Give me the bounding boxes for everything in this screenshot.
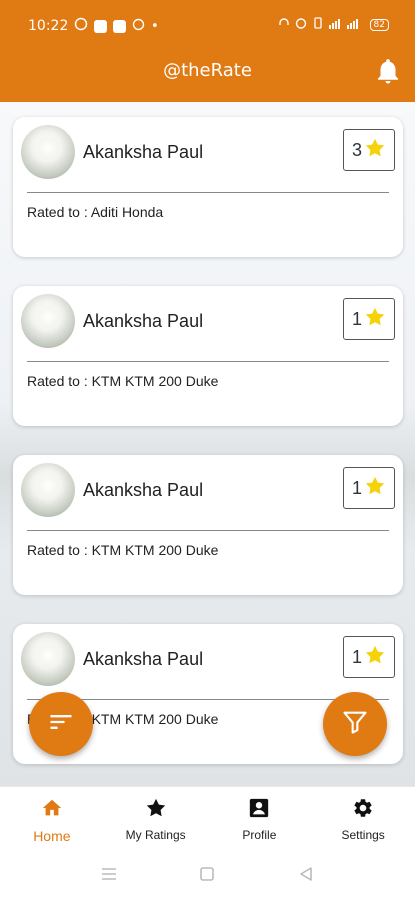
battery-level: 82 <box>373 19 385 30</box>
star-icon <box>364 644 386 671</box>
user-name: Akanksha Paul <box>83 480 204 500</box>
home-square-icon[interactable] <box>199 866 215 887</box>
photos-icon <box>113 19 126 33</box>
gear-icon <box>352 797 374 822</box>
user-name: Akanksha Paul <box>83 649 204 669</box>
system-navigation-bar <box>0 850 415 900</box>
menu-icon[interactable] <box>100 866 118 887</box>
rated-to-text: Rated to : KTM KTM 200 Duke <box>27 542 219 558</box>
whatsapp-icon <box>74 17 88 35</box>
nav-my-ratings[interactable]: My Ratings <box>104 787 208 850</box>
nav-profile[interactable]: Profile <box>208 787 312 850</box>
signal-icon <box>328 17 365 32</box>
sort-button[interactable] <box>29 692 93 756</box>
bottom-navigation: Home My Ratings Profile Settings <box>0 786 415 850</box>
rated-to-text: Rated to : KTM KTM 200 Duke <box>27 373 219 389</box>
rated-to-text: Rated to : Aditi Honda <box>27 204 164 220</box>
status-time: 10:22 <box>28 18 69 34</box>
battery-icon: 82 <box>369 18 389 31</box>
back-icon[interactable] <box>298 866 314 887</box>
system-icons: 82 <box>278 17 389 32</box>
avatar <box>21 632 75 686</box>
rating-card[interactable]: Akanksha Paul 3 Rated to : Aditi Honda <box>13 117 403 257</box>
nav-label: Settings <box>341 828 385 842</box>
messenger-icon <box>94 19 107 33</box>
bell-icon[interactable] <box>373 56 403 86</box>
avatar <box>21 294 75 348</box>
profile-icon <box>248 797 270 822</box>
rating-value: 1 <box>351 308 362 329</box>
divider <box>27 192 389 193</box>
rating-card[interactable]: Akanksha Paul 1 Rated to : KTM KTM 200 D… <box>13 286 403 426</box>
divider <box>27 530 389 531</box>
rating-badge: 1 <box>343 467 395 509</box>
filter-button[interactable] <box>323 692 387 756</box>
dot-icon: • <box>151 18 159 34</box>
avatar <box>21 463 75 517</box>
sort-icon <box>47 708 75 741</box>
nav-label: My Ratings <box>125 828 186 842</box>
user-name: Akanksha Paul <box>83 311 204 331</box>
nav-label: Profile <box>242 828 277 842</box>
rating-card[interactable]: Akanksha Paul 1 Rated to : KTM KTM 200 D… <box>13 455 403 595</box>
avatar <box>21 125 75 179</box>
ratings-feed[interactable]: Akanksha Paul 3 Rated to : Aditi Honda A… <box>0 102 415 786</box>
timer-icon <box>132 18 145 35</box>
vibrate-icon <box>312 17 324 32</box>
alarm-icon <box>295 17 307 32</box>
headphones-icon <box>278 17 290 32</box>
star-icon <box>364 306 386 333</box>
rating-value: 1 <box>351 477 362 498</box>
filter-icon <box>341 708 369 741</box>
app-title: @theRate <box>163 60 252 81</box>
rating-badge: 3 <box>343 129 395 171</box>
nav-label: Home <box>33 828 71 844</box>
star-icon <box>364 137 386 164</box>
nav-settings[interactable]: Settings <box>311 787 415 850</box>
status-bar: 10:22 • 82 <box>0 0 415 50</box>
rating-value: 3 <box>351 139 362 160</box>
nav-home[interactable]: Home <box>0 787 104 850</box>
app-bar: @theRate <box>0 50 415 102</box>
rating-value: 1 <box>351 646 362 667</box>
notification-icons: • <box>74 17 159 35</box>
star-icon <box>364 475 386 502</box>
star-icon <box>145 797 167 822</box>
user-name: Akanksha Paul <box>83 142 204 162</box>
divider <box>27 361 389 362</box>
home-icon <box>41 797 63 822</box>
rating-badge: 1 <box>343 298 395 340</box>
rating-badge: 1 <box>343 636 395 678</box>
